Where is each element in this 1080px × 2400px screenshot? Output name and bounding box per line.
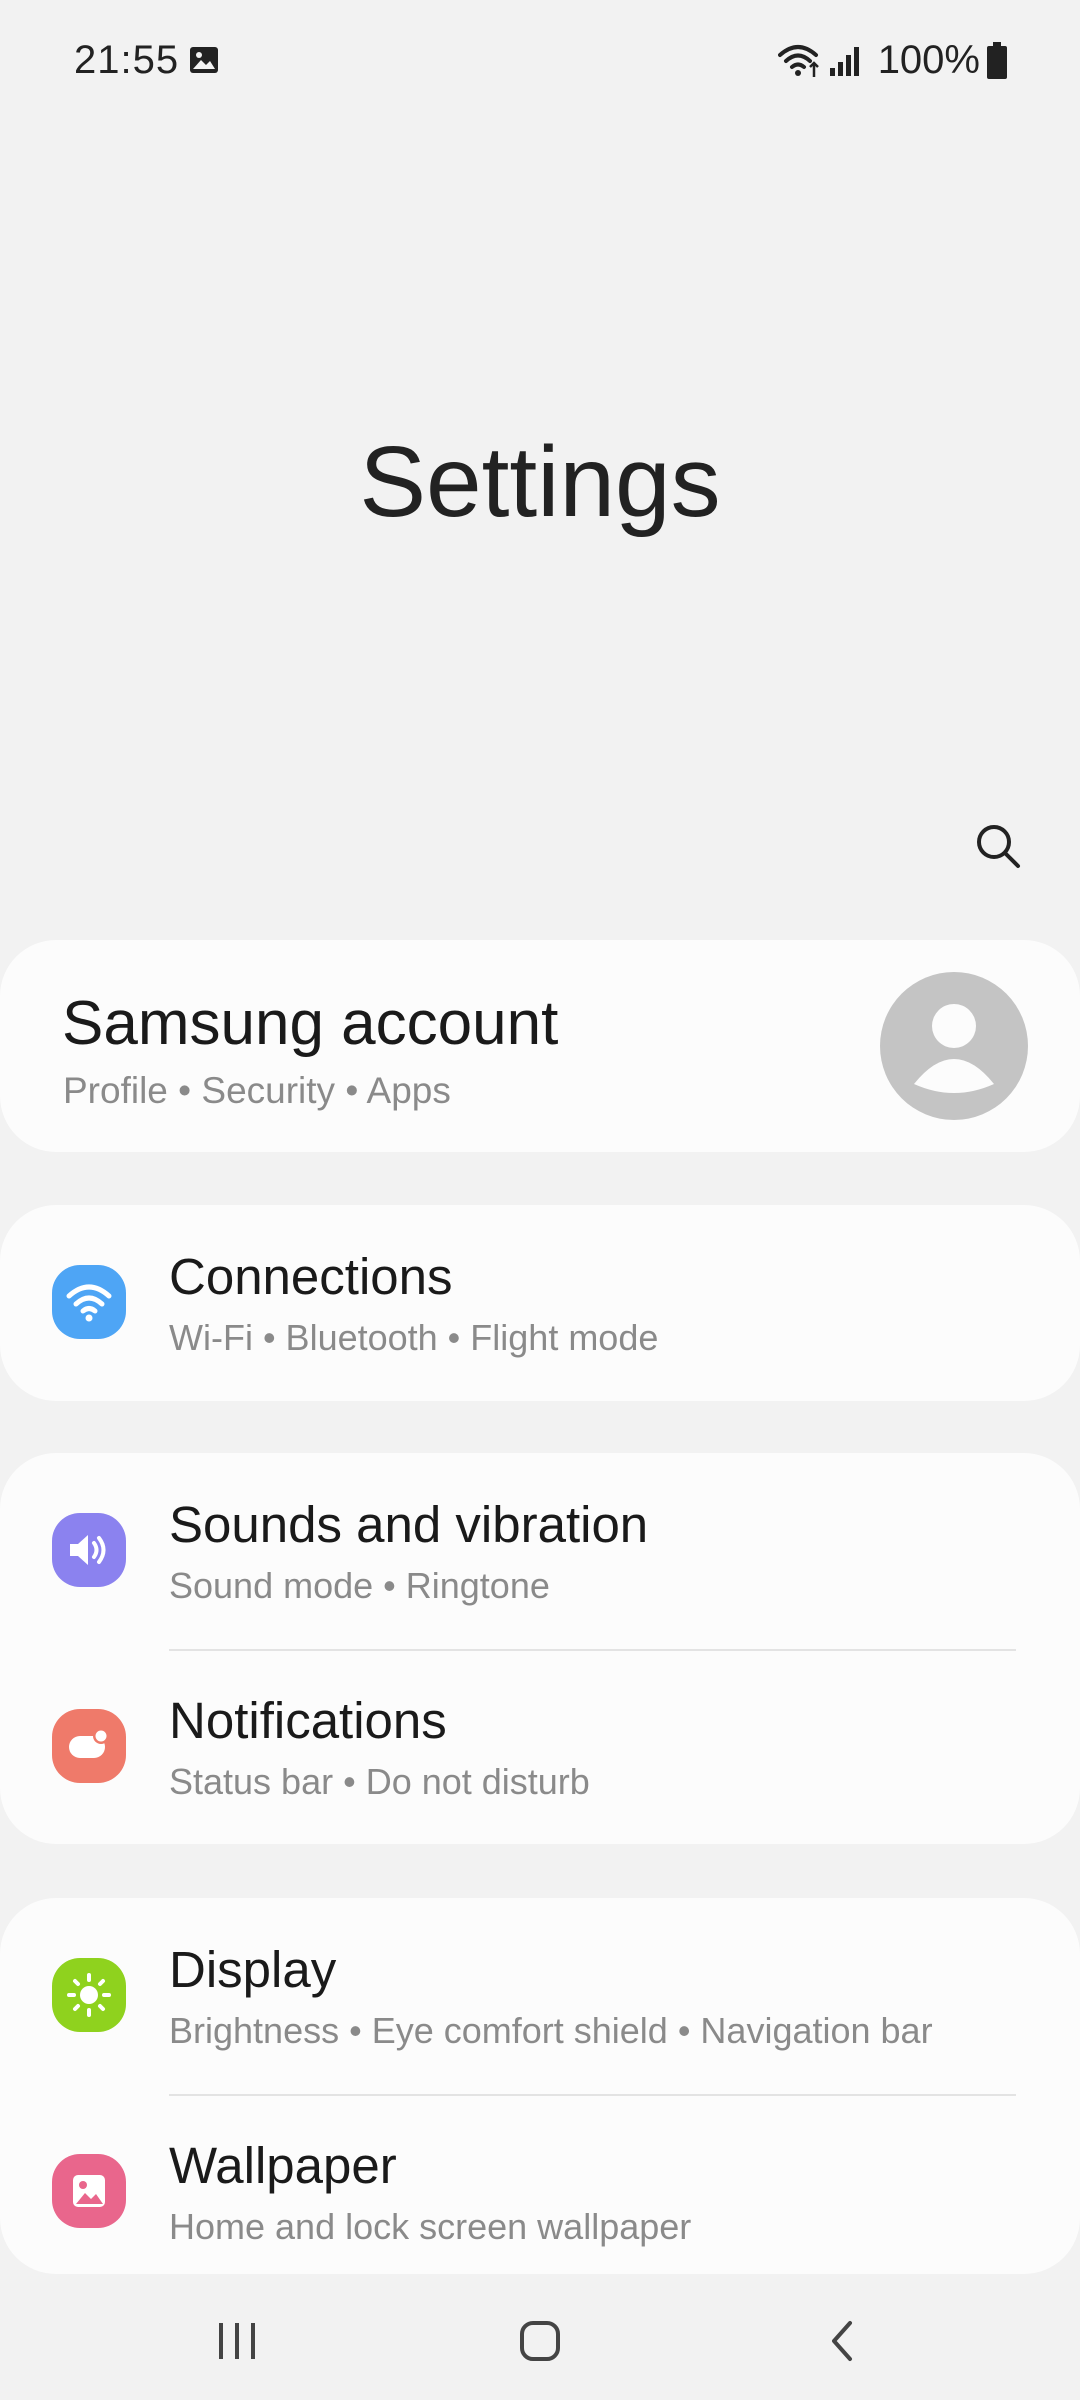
search-icon bbox=[977, 825, 1020, 868]
display-wallpaper-card: Display Brightness • Eye comfort shield … bbox=[0, 1898, 1080, 2274]
settings-item-sounds[interactable]: Sounds and vibration Sound mode • Ringto… bbox=[0, 1453, 1080, 1649]
notifications-title: Notifications bbox=[169, 1692, 447, 1749]
notification-icon bbox=[52, 1709, 126, 1783]
back-button[interactable] bbox=[797, 2296, 887, 2386]
settings-item-connections[interactable]: Connections Wi-Fi • Bluetooth • Flight m… bbox=[0, 1205, 1080, 1401]
wallpaper-icon bbox=[52, 2154, 126, 2228]
gallery-icon bbox=[190, 47, 218, 73]
connections-title: Connections bbox=[169, 1248, 453, 1305]
avatar[interactable] bbox=[880, 972, 1028, 1120]
person-icon bbox=[914, 1004, 994, 1093]
recent-apps-button[interactable] bbox=[192, 2296, 282, 2386]
home-icon bbox=[520, 2321, 560, 2361]
connections-subtitle: Wi-Fi • Bluetooth • Flight mode bbox=[169, 1317, 659, 1358]
status-time: 21:55 bbox=[74, 38, 180, 82]
status-bar: 21:55 100% bbox=[0, 0, 1080, 120]
samsung-account-card[interactable]: Samsung account Profile • Security • App… bbox=[0, 940, 1080, 1152]
navigation-bar bbox=[0, 2276, 1080, 2400]
wifi-status-icon bbox=[777, 44, 819, 77]
settings-item-notifications[interactable]: Notifications Status bar • Do not distur… bbox=[0, 1649, 1080, 1845]
display-subtitle: Brightness • Eye comfort shield • Naviga… bbox=[169, 2010, 933, 2051]
settings-item-display[interactable]: Display Brightness • Eye comfort shield … bbox=[0, 1898, 1080, 2094]
settings-screen: 21:55 100% Settings Samsung account Prof… bbox=[0, 0, 1080, 2400]
sounds-title: Sounds and vibration bbox=[169, 1496, 649, 1553]
wallpaper-title: Wallpaper bbox=[169, 2137, 397, 2194]
notifications-subtitle: Status bar • Do not disturb bbox=[169, 1761, 590, 1802]
battery-percent: 100% bbox=[877, 38, 980, 82]
page-title: Settings bbox=[359, 426, 721, 538]
status-icons: 100% bbox=[777, 38, 1008, 83]
account-title: Samsung account bbox=[62, 989, 559, 1058]
recent-apps-icon bbox=[219, 2323, 255, 2359]
signal-icon bbox=[829, 46, 859, 76]
wallpaper-subtitle: Home and lock screen wallpaper bbox=[169, 2206, 692, 2247]
sound-notifications-card: Sounds and vibration Sound mode • Ringto… bbox=[0, 1453, 1080, 1844]
wifi-icon bbox=[52, 1265, 126, 1339]
connections-card: Connections Wi-Fi • Bluetooth • Flight m… bbox=[0, 1205, 1080, 1401]
sounds-subtitle: Sound mode • Ringtone bbox=[169, 1565, 550, 1606]
settings-item-wallpaper[interactable]: Wallpaper Home and lock screen wallpaper bbox=[0, 2094, 1080, 2290]
sun-icon bbox=[52, 1958, 126, 2032]
display-title: Display bbox=[169, 1941, 337, 1998]
back-icon bbox=[832, 2321, 852, 2361]
home-button[interactable] bbox=[495, 2296, 585, 2386]
search-button[interactable] bbox=[970, 818, 1026, 874]
volume-icon bbox=[52, 1513, 126, 1587]
battery-icon bbox=[987, 41, 1007, 79]
account-subtitle: Profile • Security • Apps bbox=[63, 1070, 451, 1111]
